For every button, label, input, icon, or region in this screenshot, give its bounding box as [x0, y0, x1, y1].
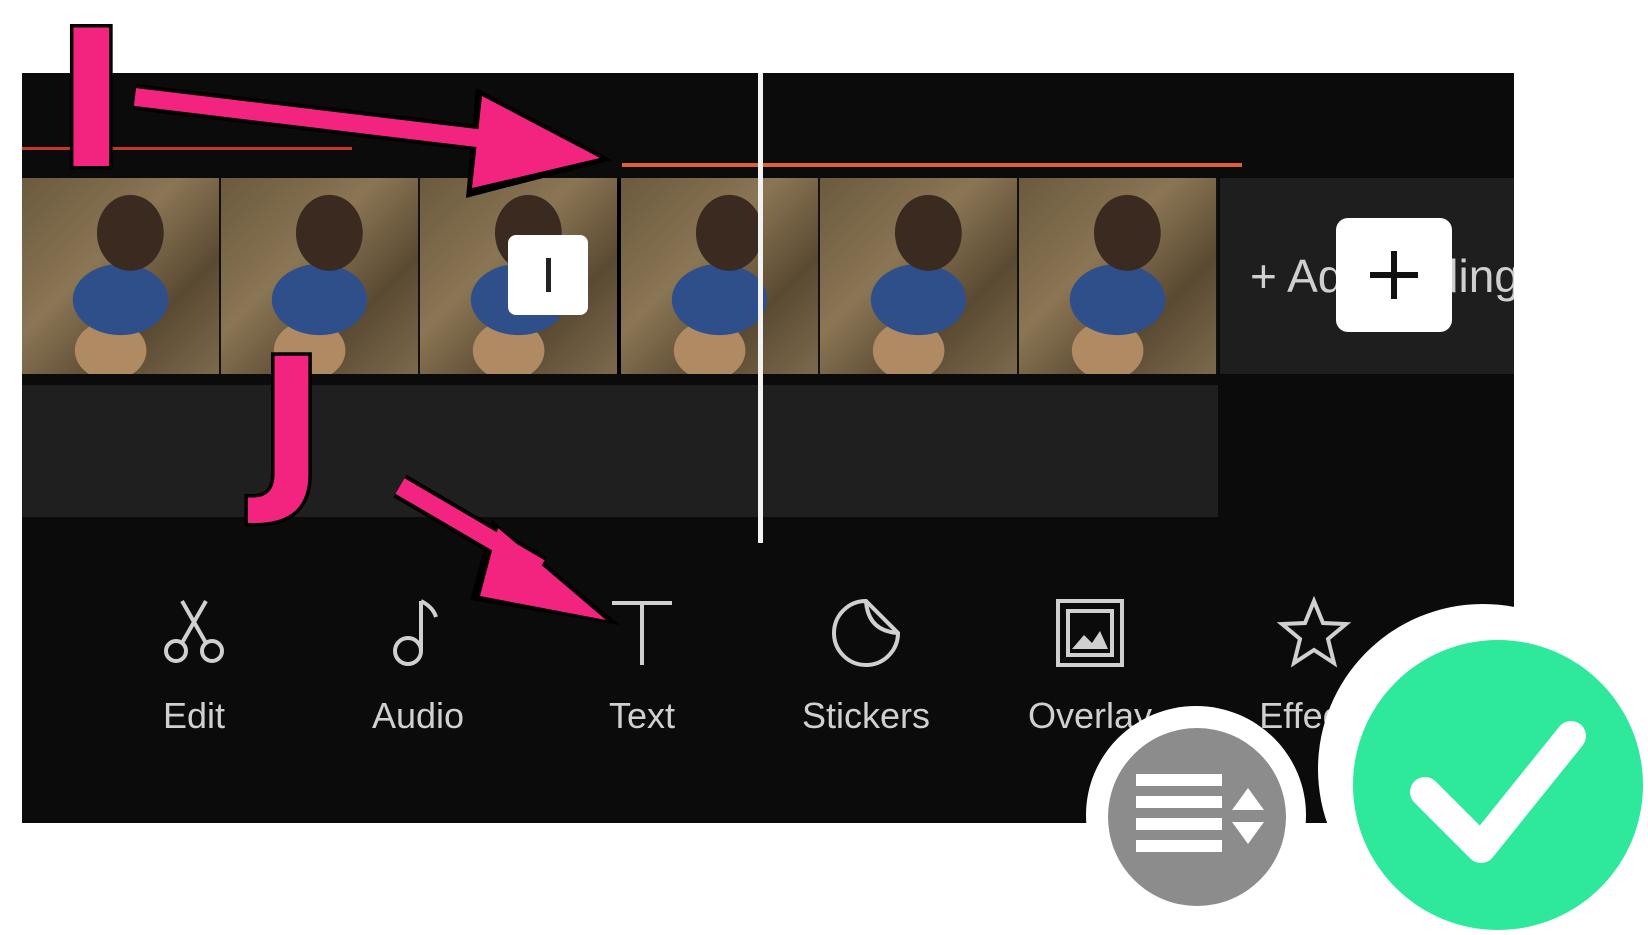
add-clip-button[interactable]: [1336, 218, 1452, 332]
annotation-letter-i: I: [53, 0, 131, 211]
list-reorder-icon: [1136, 774, 1264, 852]
list-reorder-badge: [1086, 706, 1306, 924]
annotation-letter-j: J: [255, 321, 329, 530]
arrow-to-track-icon: [133, 84, 612, 198]
arrow-to-text-tool-icon: [393, 474, 620, 625]
plus-icon: [1370, 251, 1418, 299]
checkmark-icon: [1410, 721, 1586, 863]
checkmark-badge: [1318, 604, 1648, 934]
